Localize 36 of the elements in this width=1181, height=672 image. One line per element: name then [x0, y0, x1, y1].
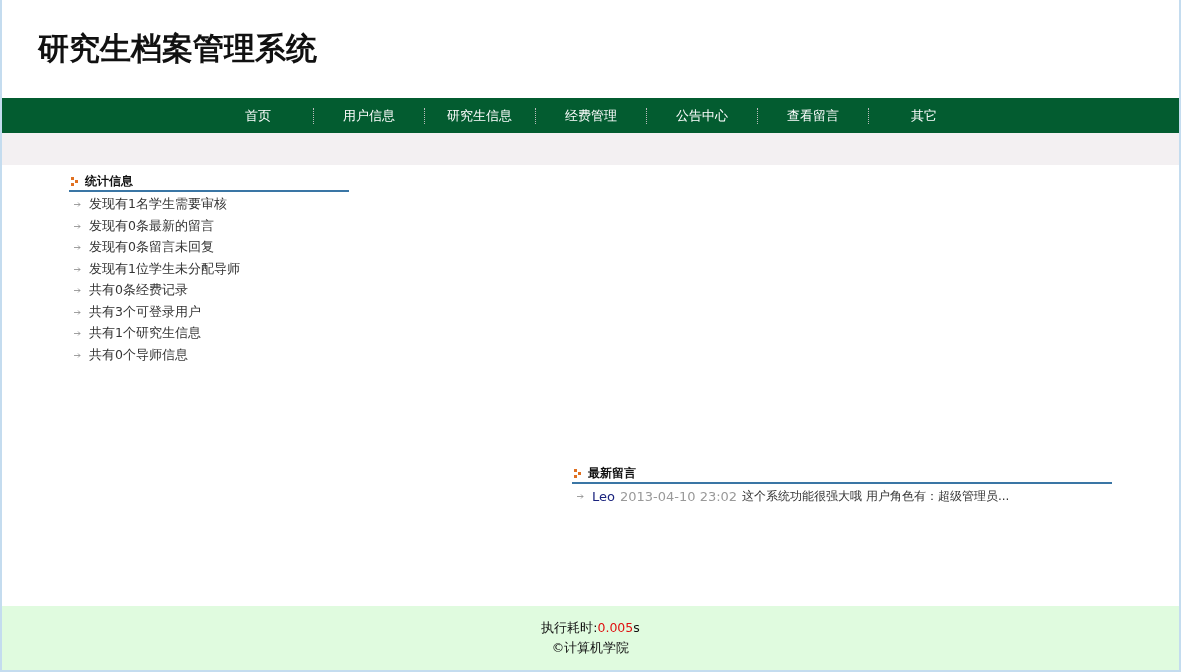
stat-link[interactable]: 发现有0条留言未回复 [89, 239, 214, 257]
arrow-icon [74, 352, 81, 358]
site-title: 研究生档案管理系统 [38, 29, 317, 68]
dots-icon [574, 469, 581, 478]
nav-link[interactable]: 公告中心 [646, 106, 757, 125]
nav-link[interactable]: 用户信息 [313, 106, 424, 125]
stat-link[interactable]: 发现有1位学生未分配导师 [89, 260, 240, 278]
nav-link[interactable]: 查看留言 [757, 106, 868, 125]
section-title: 最新留言 [588, 465, 636, 482]
message-text[interactable]: 这个系统功能很强大哦 用户角色有：超级管理员... [742, 488, 1010, 506]
runtime-label: 执行耗时: [541, 619, 598, 635]
runtime-value: 0.005 [597, 619, 634, 635]
nav-link[interactable]: 经费管理 [535, 106, 646, 125]
arrow-icon [74, 202, 81, 208]
copyright: ©计算机学院 [551, 639, 630, 657]
stat-link[interactable]: 共有0条经费记录 [89, 282, 188, 300]
nav-link[interactable]: 首页 [202, 106, 313, 125]
dots-icon [71, 177, 78, 186]
arrow-icon [74, 288, 81, 294]
nav-link[interactable]: 其它 [868, 106, 979, 125]
stat-link[interactable]: 发现有0条最新的留言 [89, 217, 214, 235]
stat-link[interactable]: 共有1个研究生信息 [89, 325, 201, 343]
message-author[interactable]: Leo [592, 489, 615, 505]
arrow-icon [74, 245, 81, 251]
section-title: 统计信息 [85, 173, 133, 190]
arrow-icon [74, 223, 81, 229]
arrow-icon [74, 266, 81, 272]
runtime-unit: s [633, 619, 640, 635]
arrow-icon [74, 331, 81, 337]
arrow-icon [577, 494, 584, 500]
stat-link[interactable]: 共有3个可登录用户 [89, 303, 201, 321]
message-time: 2013-04-10 23:02 [619, 489, 738, 505]
nav-link[interactable]: 研究生信息 [424, 106, 535, 125]
stat-link[interactable]: 共有0个导师信息 [89, 346, 188, 364]
arrow-icon [74, 309, 81, 315]
stat-link[interactable]: 发现有1名学生需要审核 [89, 196, 227, 214]
